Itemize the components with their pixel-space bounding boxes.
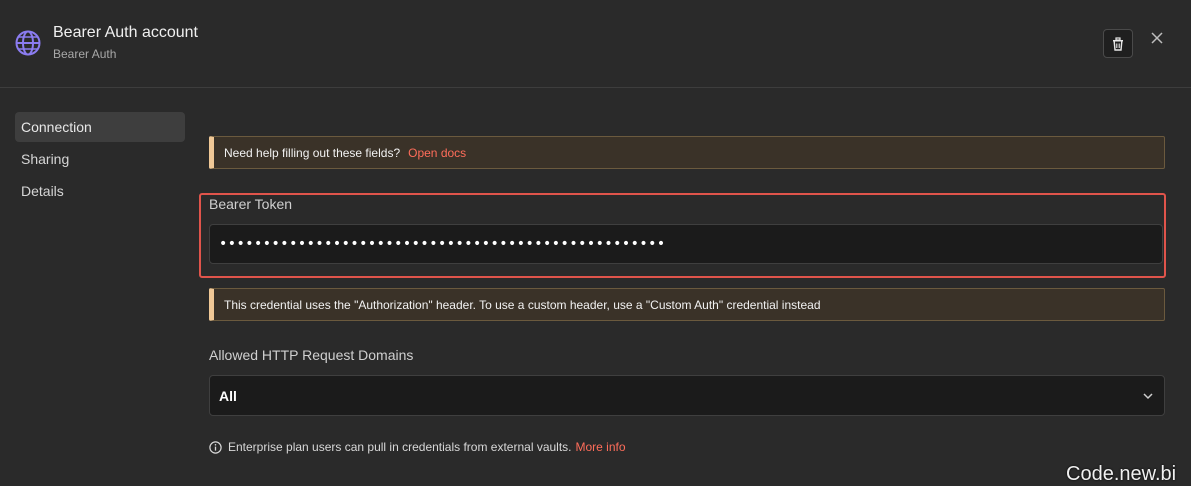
external-vaults-note: Enterprise plan users can pull in creden…: [209, 440, 626, 454]
allowed-domains-label: Allowed HTTP Request Domains: [209, 347, 414, 363]
authorization-header-notice: This credential uses the "Authorization"…: [209, 288, 1165, 321]
more-info-link[interactable]: More info: [576, 440, 626, 454]
help-notice: Need help filling out these fields? Open…: [209, 136, 1165, 169]
sidebar-item-connection[interactable]: Connection: [15, 112, 185, 142]
external-vaults-text: Enterprise plan users can pull in creden…: [228, 440, 572, 454]
bearer-token-label: Bearer Token: [209, 196, 293, 212]
delete-button[interactable]: [1103, 29, 1133, 58]
sidebar-item-sharing[interactable]: Sharing: [15, 144, 185, 174]
sidebar-item-details[interactable]: Details: [15, 176, 185, 206]
globe-icon: [15, 30, 41, 56]
sidebar-nav: Connection Sharing Details: [15, 112, 185, 208]
modal-header: Bearer Auth account Bearer Auth: [0, 0, 1191, 88]
page-title: Bearer Auth account: [53, 24, 198, 41]
trash-icon: [1113, 36, 1123, 51]
close-button[interactable]: [1147, 28, 1167, 48]
allowed-domains-value: All: [219, 387, 237, 404]
info-icon: [209, 440, 222, 454]
bearer-token-input[interactable]: [209, 224, 1163, 264]
help-notice-text: Need help filling out these fields?: [224, 145, 401, 160]
open-docs-link[interactable]: Open docs: [408, 146, 466, 160]
watermark: Code.new.bi: [1066, 463, 1177, 485]
page-subtitle: Bearer Auth: [53, 47, 117, 61]
auth-notice-text: This credential uses the "Authorization"…: [224, 297, 821, 312]
chevron-down-icon: [1143, 393, 1153, 400]
allowed-domains-select[interactable]: All: [209, 375, 1165, 416]
close-icon: [1151, 32, 1163, 44]
